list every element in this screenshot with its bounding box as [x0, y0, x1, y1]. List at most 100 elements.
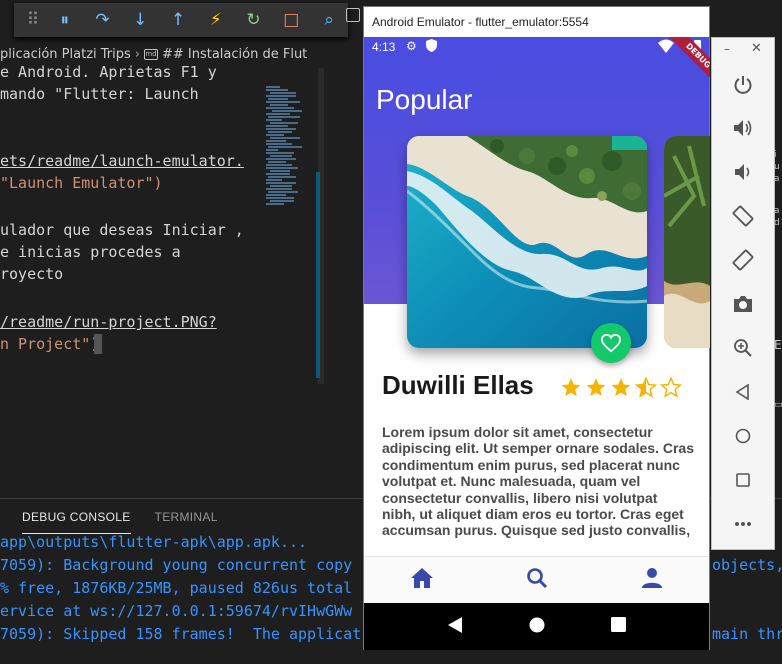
search-icon[interactable] — [526, 567, 548, 593]
debug-banner: DEBUG — [654, 37, 710, 93]
minimap-line — [266, 152, 294, 154]
star-empty-icon — [659, 376, 683, 402]
heart-outline-icon — [600, 333, 622, 353]
code-line[interactable]: ulador que deseas Iniciar , — [0, 219, 244, 241]
step-over-icon[interactable]: ↷ — [84, 3, 122, 37]
emulator-power-icon[interactable] — [712, 65, 774, 105]
minimap-line — [270, 200, 294, 202]
minimap-line — [266, 128, 296, 130]
step-out-icon[interactable]: ↑ — [159, 3, 197, 37]
step-into-icon[interactable]: ↓ — [121, 3, 159, 37]
minimap[interactable] — [262, 68, 318, 388]
page-title: Popular — [376, 84, 473, 115]
restart-icon[interactable]: ↻ — [235, 3, 273, 37]
emulator-back-icon[interactable] — [712, 372, 774, 412]
code-line[interactable]: royecto — [0, 263, 63, 285]
emulator-rotate-left-icon[interactable] — [712, 196, 774, 236]
minimap-line — [270, 170, 290, 172]
bottom-navigation — [364, 556, 709, 603]
star-full-icon — [585, 376, 607, 402]
emulator-overview-icon[interactable] — [712, 460, 774, 500]
recents-icon[interactable] — [611, 617, 626, 636]
minimap-line — [266, 107, 294, 109]
minimap-line — [270, 155, 292, 157]
minimap-line — [266, 134, 284, 136]
minimap-line — [266, 182, 296, 184]
console-line-overflow: objects, — [712, 556, 782, 574]
minimap-line — [268, 98, 288, 100]
minimap-line — [266, 125, 288, 127]
breadcrumb-heading[interactable]: ## Instalación de Flut — [162, 47, 307, 62]
emulator-more-icon[interactable] — [712, 504, 774, 544]
place-card-image[interactable] — [407, 136, 647, 348]
minimap-line — [266, 101, 300, 103]
place-name: Duwilli Ellas — [382, 370, 534, 400]
minimap-line — [268, 191, 298, 193]
pause-icon[interactable]: ⏸ — [46, 3, 84, 37]
split-editor-icon[interactable] — [346, 8, 360, 22]
minimap-line — [266, 197, 294, 199]
editor-scrollbar-thumb[interactable] — [316, 172, 320, 378]
android-navigation-bar — [364, 603, 709, 650]
minimap-line — [266, 188, 292, 190]
emulator-camera-icon[interactable] — [712, 284, 774, 324]
code-line[interactable]: /readme/run-project.PNG? — [0, 311, 217, 333]
drag-handle-icon[interactable]: ⠿ — [20, 3, 46, 37]
emulator-volume-up-icon[interactable] — [712, 108, 774, 148]
minimap-line — [268, 116, 300, 118]
minimap-line — [266, 119, 282, 121]
minimap-line — [266, 173, 290, 175]
minimap-line — [270, 122, 298, 124]
devtools-icon[interactable]: ⌕ — [310, 3, 348, 37]
minimap-line — [270, 92, 296, 94]
minimap-line — [268, 176, 296, 178]
star-full-icon — [610, 376, 632, 402]
status-time: 4:13 — [372, 40, 396, 54]
emulator-title-bar[interactable]: Android Emulator - flutter_emulator:5554 — [364, 7, 709, 37]
code-line[interactable]: e Android. Aprietas F1 y — [0, 61, 217, 83]
close-icon[interactable]: ✕ — [751, 41, 762, 56]
code-line[interactable]: e inicias procedes a — [0, 241, 181, 263]
emulator-rotate-right-icon[interactable] — [712, 240, 774, 280]
minimap-line — [266, 143, 292, 145]
emulator-zoom-icon[interactable] — [712, 328, 774, 368]
minimap-line — [266, 113, 290, 115]
emulator-volume-down-icon[interactable] — [712, 152, 774, 192]
minimap-line — [268, 146, 302, 148]
rating-stars — [560, 376, 683, 402]
settings-status-icon: ⚙ — [406, 39, 417, 53]
home-icon[interactable] — [410, 567, 434, 593]
breadcrumb-separator-icon: › — [134, 47, 140, 62]
code-line[interactable]: "Launch Emulator") — [0, 172, 163, 194]
background-window-strip: i u a a d E ▭ — [774, 150, 782, 410]
shield-status-icon — [426, 39, 437, 55]
console-line-overflow: main thr — [712, 625, 782, 643]
console-line: % free, 1876KB/25MB, paused 826us total — [0, 579, 353, 597]
minimize-icon[interactable]: – — [724, 42, 730, 56]
breadcrumb-folder[interactable]: plicación Platzi Trips — [0, 47, 131, 62]
hot-reload-icon[interactable]: ⚡ — [197, 3, 235, 37]
emulator-home-icon[interactable] — [712, 416, 774, 456]
code-line[interactable]: ets/readme/launch-emulator. — [0, 150, 244, 172]
minimap-line — [266, 179, 282, 181]
code-line[interactable]: mando "Flutter: Launch — [0, 83, 199, 105]
minimap-line — [266, 164, 292, 166]
place-description: Lorem ipsum dolor sit amet, consectetur … — [382, 424, 694, 539]
minimap-line — [266, 203, 284, 205]
favorite-button[interactable] — [591, 323, 631, 363]
markdown-file-icon: md — [143, 49, 158, 60]
home-circle-icon[interactable] — [529, 617, 545, 637]
minimap-line — [268, 161, 286, 163]
minimap-line — [272, 110, 302, 112]
person-icon[interactable] — [641, 567, 663, 593]
stop-icon[interactable]: □ — [272, 3, 310, 37]
minimap-line — [266, 167, 298, 169]
minimap-line — [266, 86, 280, 88]
minimap-line — [266, 140, 286, 142]
code-line[interactable]: n Project") — [0, 333, 99, 355]
console-line: ervice at ws://127.0.0.1:59674/rvIHwGWw — [0, 602, 353, 620]
console-line: 7059): Background young concurrent copy — [0, 556, 353, 574]
place-card-image-next[interactable] — [664, 136, 710, 348]
back-icon[interactable] — [447, 616, 463, 638]
debug-toolbar: ⠿ ⏸ ↷ ↓ ↑ ⚡ ↻ □ ⌕ — [14, 3, 348, 37]
